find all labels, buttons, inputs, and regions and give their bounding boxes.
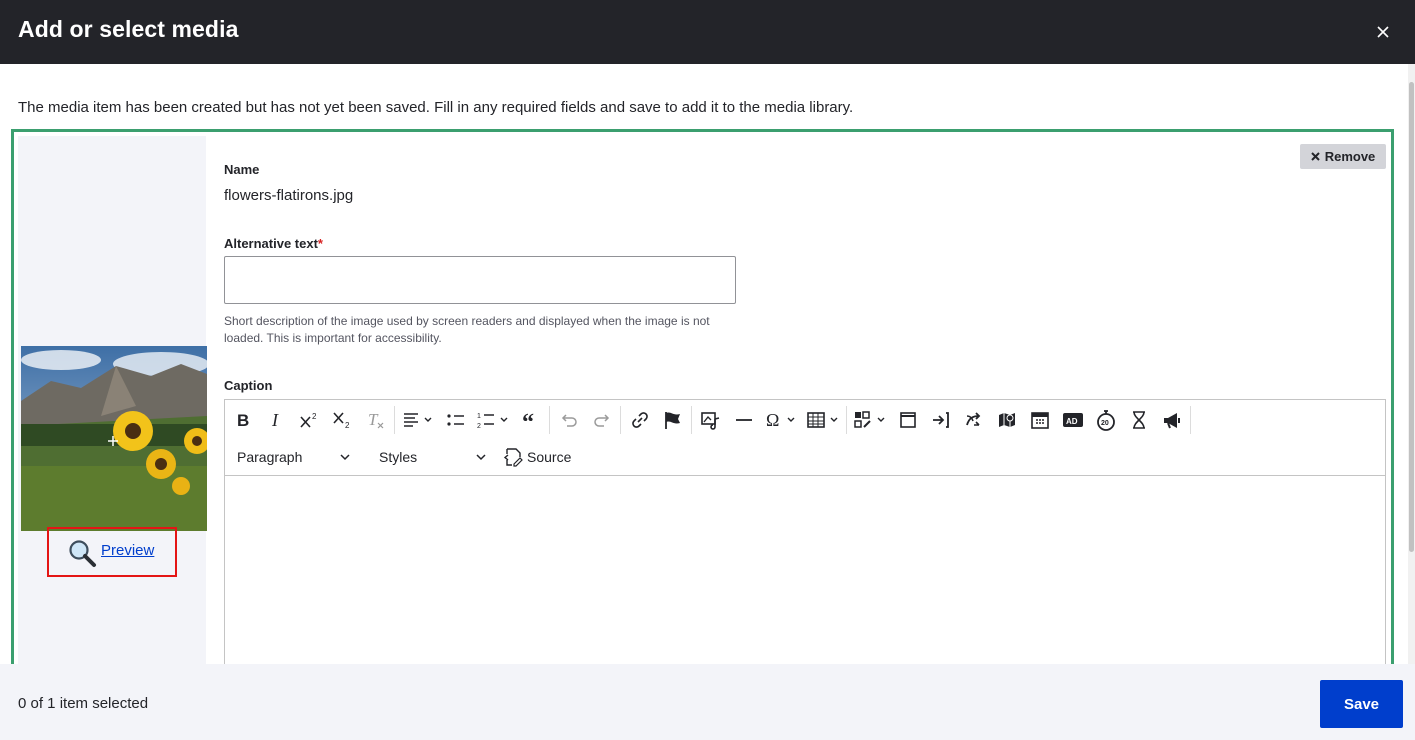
svg-text:2: 2 [312,412,317,421]
undo-icon[interactable] [552,404,585,436]
source-label: Source [527,449,572,465]
align-dropdown-icon[interactable] [397,404,439,436]
preview-highlight: Preview [47,527,177,577]
share-arrows-icon[interactable] [957,404,990,436]
widgets-dropdown-icon[interactable] [849,404,891,436]
close-icon [1310,152,1320,161]
bold-icon[interactable]: B [227,404,260,436]
save-button[interactable]: Save [1320,680,1403,728]
media-item-form: Preview Remove Name flowers-flatirons.jp… [11,129,1394,699]
svg-text:“: “ [522,411,534,429]
special-characters-icon[interactable]: Ω [760,404,802,436]
subscript-icon[interactable]: 2 [326,404,359,436]
status-message: The media item has been created but has … [18,99,854,116]
remove-label: Remove [1324,149,1376,164]
media-thumbnail [21,346,207,531]
styles-dropdown[interactable]: Styles [369,442,497,472]
megaphone-icon[interactable] [1155,404,1188,436]
caption-label: Caption [224,378,273,393]
paragraph-format-dropdown[interactable]: Paragraph [227,442,361,472]
scrollbar-thumb[interactable] [1409,82,1414,552]
paragraph-format-label: Paragraph [237,449,303,465]
italic-icon[interactable]: I [260,404,293,436]
thumbnail-column [18,136,207,696]
remove-button[interactable]: Remove [1300,144,1386,169]
magnifier-icon [67,538,97,568]
insert-media-icon[interactable] [694,404,727,436]
svg-text:1: 1 [477,413,481,420]
svg-text:2: 2 [345,421,350,430]
toolbar-separator [846,406,847,434]
preview-link[interactable]: Preview [101,542,154,559]
svg-text:2: 2 [477,423,481,430]
svg-text:20: 20 [1101,420,1109,427]
dialog-title: Add or select media [18,16,239,42]
horizontal-line-icon[interactable] [727,404,760,436]
dialog-titlebar: Add or select media [0,0,1415,64]
styles-label: Styles [379,449,418,465]
close-icon[interactable] [1371,20,1395,44]
alt-text-description: Short description of the image used by s… [224,314,710,345]
stopwatch-icon[interactable]: 20 [1089,404,1122,436]
alt-text-label-text: Alternative text [224,236,318,251]
svg-text:B: B [237,411,249,429]
table-icon[interactable] [802,404,844,436]
dialog-scrollbar[interactable] [1408,64,1415,664]
calendar-icon[interactable] [1023,404,1056,436]
selection-count: 0 of 1 item selected [18,695,149,712]
bulleted-list-icon[interactable] [439,404,472,436]
dialog-footer: 0 of 1 item selected Save [0,664,1415,740]
toolbar-separator [549,406,550,434]
required-marker: * [317,236,323,251]
link-icon[interactable] [623,404,656,436]
svg-text:AD: AD [1066,417,1078,426]
blockquote-icon[interactable]: “ [514,404,547,436]
name-value: flowers-flatirons.jpg [224,187,354,204]
remove-format-icon[interactable]: T [359,404,392,436]
hourglass-icon[interactable] [1122,404,1155,436]
toolbar-separator [691,406,692,434]
superscript-icon[interactable]: 2 [293,404,326,436]
svg-text:I: I [271,411,279,429]
source-button[interactable]: Source [497,442,577,472]
numbered-list-icon[interactable]: 12 [472,404,514,436]
caption-editor: B I 2 2 T 12 “ Ω AD 20 Paragraph Styles … [224,399,1386,699]
svg-text:Ω: Ω [766,410,779,430]
toolbar-separator [620,406,621,434]
flag-icon[interactable] [656,404,689,436]
alt-text-input[interactable] [224,256,736,304]
chevron-down-icon [340,454,350,461]
source-icon [503,448,523,467]
toolbar-separator [394,406,395,434]
redo-icon[interactable] [585,404,618,436]
editor-toolbar: B I 2 2 T 12 “ Ω AD 20 Paragraph Styles … [225,400,1385,476]
svg-text:T: T [368,410,379,429]
sign-in-icon[interactable] [924,404,957,436]
toolbar-separator [1190,406,1191,434]
map-icon[interactable] [990,404,1023,436]
chevron-down-icon [476,454,486,461]
panel-icon[interactable] [891,404,924,436]
ad-icon[interactable]: AD [1056,404,1089,436]
alt-text-label: Alternative text* [224,236,323,251]
name-label: Name [224,162,260,177]
